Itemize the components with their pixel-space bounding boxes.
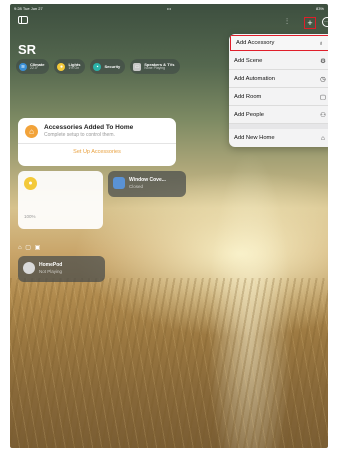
climate-icon: ≋	[19, 62, 27, 71]
homepod-tile[interactable]: HomePod Not Playing	[18, 256, 105, 282]
ipad-screen: 9:28 Tue Jun 27 ••• 83% SR ≋ Climate 22.0…	[10, 4, 328, 448]
window-tile-status: Closed	[129, 184, 144, 189]
chip-sub: 1% On	[68, 65, 80, 70]
menu-item-add-scene[interactable]: Add Scene ⚙	[229, 52, 328, 70]
status-bar: 9:28 Tue Jun 27 ••• 83%	[14, 6, 324, 14]
chip-climate[interactable]: ≋ Climate 22.0°	[16, 59, 50, 74]
sidebar-toggle-icon[interactable]	[18, 16, 28, 24]
window-tile-name: Window Cove...	[129, 177, 166, 183]
homepod-tile-status: Not Playing	[39, 269, 63, 274]
bulb-plus-icon: ♁	[318, 39, 324, 47]
lock-icon: ▪	[93, 62, 102, 71]
menu-item-label: Add People	[234, 111, 264, 118]
window-covering-icon	[113, 177, 125, 189]
chip-lights[interactable]: ● Lights 1% On	[54, 59, 86, 74]
multitask-dots[interactable]: •••	[167, 6, 171, 11]
homepod-tile-name: HomePod	[39, 262, 63, 268]
menu-item-add-new-home[interactable]: Add New Home ⌂	[229, 129, 328, 147]
menu-item-add-accessory[interactable]: Add Accessory ♁	[230, 35, 328, 51]
light-tile-status: 100%	[24, 214, 36, 219]
tv-icon: ▭	[133, 62, 142, 71]
menu-item-add-people[interactable]: Add People ⚇	[229, 106, 328, 124]
menu-item-label: Add Accessory	[236, 40, 275, 46]
menu-item-label: Add Room	[234, 93, 262, 100]
room-icon: ▢	[319, 93, 327, 101]
section-default-room[interactable]: Default Room	[18, 156, 57, 162]
status-time-date: 9:28 Tue Jun 27	[14, 6, 43, 11]
intercom-wave-icon[interactable]: ⫶	[282, 17, 292, 27]
add-button[interactable]: +	[304, 17, 316, 29]
card-title: Accessories Added To Home	[44, 124, 134, 131]
menu-item-add-automation[interactable]: Add Automation ◷	[229, 70, 328, 88]
bulb-icon: ●	[57, 62, 66, 71]
chip-sub: 22.0°	[30, 65, 39, 70]
home-title: SR	[18, 42, 37, 57]
room-section-icons: ⌂ ▢ ▣	[18, 245, 42, 251]
lightbulb-icon: ●	[24, 177, 37, 190]
window-covering-tile[interactable]: Window Cove... Closed	[108, 171, 186, 197]
homepod-icon	[23, 262, 35, 274]
card-subtitle: Complete setup to control them.	[44, 132, 115, 138]
category-chips: ≋ Climate 22.0° ● Lights 1% On ▪ Security …	[16, 59, 180, 74]
scene-icon: ⚙	[320, 57, 326, 65]
chip-security[interactable]: ▪ Security	[90, 59, 126, 74]
chip-sub: None Playing	[144, 65, 166, 70]
menu-item-label: Add Automation	[234, 75, 275, 82]
menu-item-label: Add New Home	[234, 135, 275, 141]
light-tile[interactable]: ● 100%	[18, 171, 103, 229]
wallpaper-grass	[10, 278, 328, 448]
people-icon: ⚇	[320, 111, 326, 119]
setup-accessories-button[interactable]: Set Up Accessories	[18, 149, 176, 155]
house-icon: ⌂	[321, 134, 325, 142]
battery-indicator: 83%	[315, 6, 324, 11]
home-icon: ⌂	[25, 125, 38, 138]
chip-label: Security	[104, 63, 121, 69]
menu-item-label: Add Scene	[234, 57, 263, 64]
menu-item-add-room[interactable]: Add Room ▢	[229, 88, 328, 106]
card-divider	[18, 143, 176, 144]
more-icon[interactable]: ···	[322, 17, 328, 27]
clock-icon: ◷	[320, 75, 326, 83]
add-menu: Add Accessory ♁ Add Scene ⚙ Add Automati…	[229, 34, 328, 147]
chip-speakers-tvs[interactable]: ▭ Speakers & TVs None Playing	[130, 59, 180, 74]
